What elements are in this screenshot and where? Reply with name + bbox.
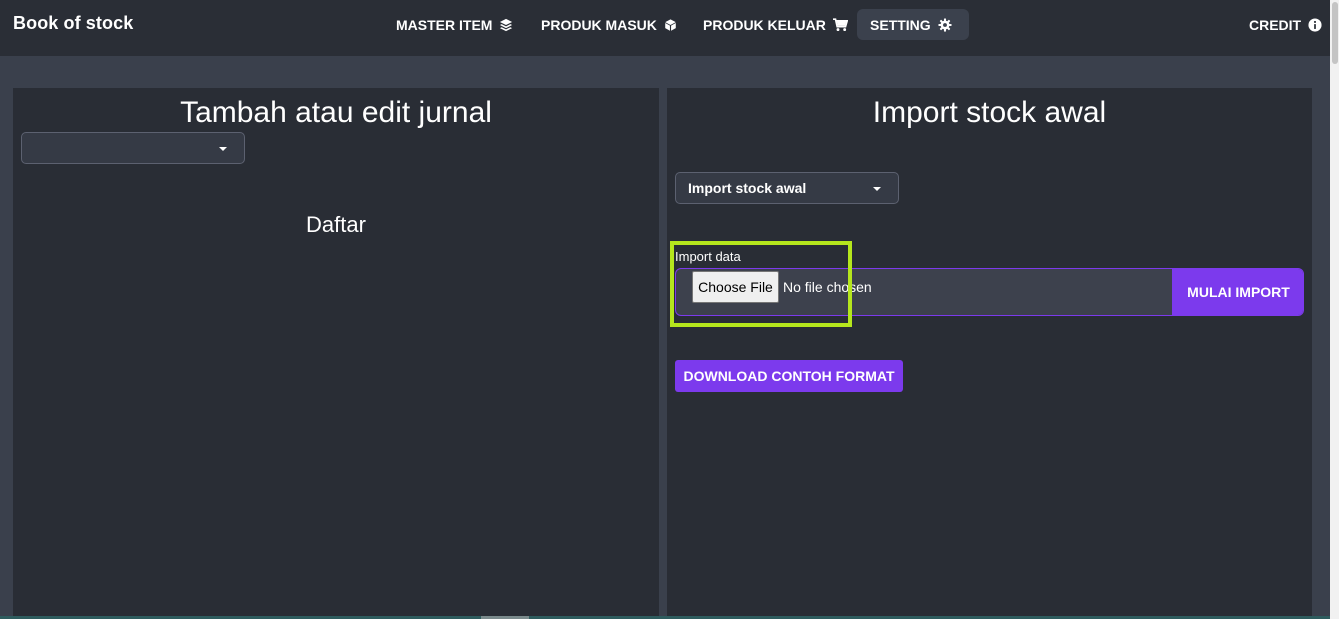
nav-produk-masuk[interactable]: PRODUK MASUK	[528, 9, 690, 40]
left-panel-title: Tambah atau edit jurnal	[180, 96, 492, 129]
caret-down-icon	[873, 187, 881, 191]
vertical-scrollbar-thumb[interactable]	[1332, 2, 1338, 64]
cube-icon	[664, 18, 677, 32]
nav-produk-keluar[interactable]: PRODUK KELUAR	[690, 9, 861, 40]
panel-tambah-edit-jurnal	[13, 88, 659, 619]
vertical-scrollbar-track[interactable]	[1330, 0, 1339, 619]
import-type-select-value: Import stock awal	[688, 180, 807, 196]
choose-file-button[interactable]: Choose File	[692, 271, 779, 303]
nav-master-item[interactable]: MASTER ITEM	[383, 9, 526, 40]
mulai-import-button[interactable]: MULAI IMPORT	[1172, 269, 1303, 315]
panel-import-stock	[667, 88, 1312, 619]
brand-title[interactable]: Book of stock	[13, 13, 133, 34]
right-panel-title: Import stock awal	[872, 96, 1107, 129]
nav-master-item-label: MASTER ITEM	[396, 16, 493, 33]
jurnal-select[interactable]	[21, 132, 245, 164]
nav-produk-masuk-label: PRODUK MASUK	[541, 16, 657, 33]
cart-icon	[832, 17, 848, 32]
caret-down-icon	[219, 147, 227, 151]
import-file-group: Choose File No file chosen MULAI IMPORT	[675, 268, 1304, 316]
file-input[interactable]: Choose File No file chosen	[676, 269, 1172, 315]
daftar-heading: Daftar	[306, 212, 366, 237]
gear-icon	[938, 17, 952, 32]
nav-credit-label: CREDIT	[1249, 16, 1302, 33]
import-type-select[interactable]: Import stock awal	[675, 172, 899, 204]
download-contoh-format-button[interactable]: DOWNLOAD CONTOH FORMAT	[675, 360, 903, 392]
import-data-label: Import data	[675, 249, 741, 264]
nav-setting[interactable]: SETTING	[857, 9, 969, 40]
no-file-chosen-text: No file chosen	[783, 279, 872, 295]
nav-credit[interactable]: CREDIT	[1236, 9, 1335, 40]
info-circle-icon	[1308, 17, 1322, 32]
layers-icon	[499, 18, 513, 32]
top-navbar: Book of stock MASTER ITEM PRODUK MASUK P…	[0, 0, 1339, 56]
nav-produk-keluar-label: PRODUK KELUAR	[703, 16, 826, 33]
nav-setting-label: SETTING	[870, 16, 931, 33]
